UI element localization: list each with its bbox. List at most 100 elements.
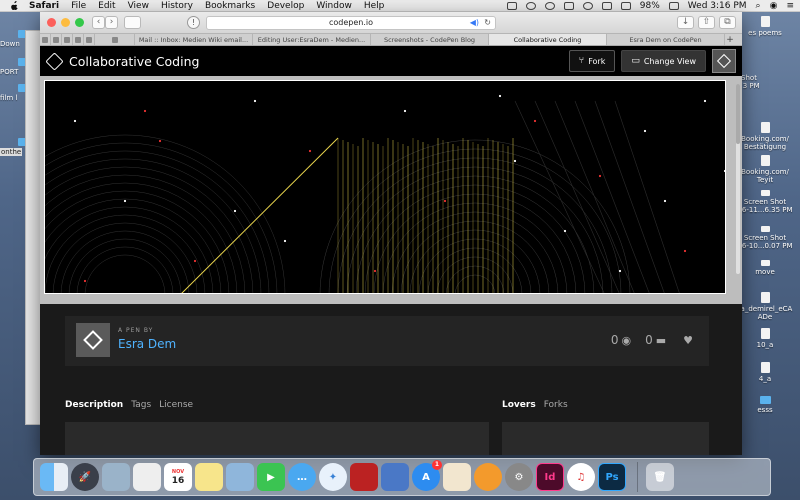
author-name-link[interactable]: Esra Dem <box>118 337 176 351</box>
menu-safari[interactable]: Safari <box>29 1 59 11</box>
menu-edit[interactable]: Edit <box>98 1 115 11</box>
battery-percent[interactable]: 98% <box>640 1 660 11</box>
tab-mail[interactable]: Mail :: Inbox: Medien Wiki email... <box>135 34 253 45</box>
codepen-logo-icon[interactable] <box>45 51 64 71</box>
books-icon[interactable] <box>474 463 502 491</box>
clock[interactable]: Wed 3:16 PM <box>688 1 747 11</box>
wifi-icon[interactable] <box>582 1 593 10</box>
fork-button[interactable]: ⑂ Fork <box>568 50 616 72</box>
menu-develop[interactable]: Develop <box>267 1 304 11</box>
comments-stat[interactable]: 0 ▬ <box>645 333 666 347</box>
mail-bird-icon[interactable] <box>226 463 254 491</box>
preview-icon[interactable] <box>102 463 130 491</box>
trash-icon[interactable]: 🗑 <box>646 463 674 491</box>
arc-line <box>337 157 613 293</box>
volume-icon[interactable] <box>601 1 612 10</box>
menu-view[interactable]: View <box>128 1 149 11</box>
tab-codepen-blog[interactable]: Screenshots - CodePen Blog <box>371 34 489 45</box>
keynote-icon[interactable] <box>381 463 409 491</box>
minimize-window-button[interactable] <box>61 18 70 27</box>
flag-icon[interactable] <box>620 1 631 10</box>
tab-overview-icon[interactable]: ⧉ <box>719 16 736 29</box>
tab-collaborative-coding[interactable]: Collaborative Coding <box>489 34 607 45</box>
faint-line <box>594 100 665 293</box>
pinned-tab[interactable] <box>84 34 95 45</box>
scroll-thumb[interactable] <box>736 84 740 144</box>
finder-icon[interactable] <box>40 463 68 491</box>
pinned-tab[interactable] <box>51 34 62 45</box>
faint-line <box>614 100 680 293</box>
safari-icon[interactable]: ✦ <box>319 463 347 491</box>
pinned-tab[interactable] <box>62 34 73 45</box>
views-count: 0 <box>610 333 619 347</box>
codepen-avatar-icon <box>716 53 732 69</box>
forward-button[interactable]: › <box>105 16 118 29</box>
result-scrollbar[interactable] <box>736 84 740 274</box>
tab-tags[interactable]: Tags <box>131 400 151 410</box>
address-bar[interactable]: codepen.io ◀) ↻ <box>206 15 496 30</box>
textedit-icon[interactable] <box>443 463 471 491</box>
tab-esra-dem[interactable]: Esra Dem on CodePen <box>607 34 725 45</box>
tab-description[interactable]: Description <box>65 400 123 410</box>
star-dot <box>683 249 687 253</box>
photo-booth-icon[interactable] <box>350 463 378 491</box>
sync-icon[interactable] <box>544 1 555 10</box>
arc-line <box>60 230 190 293</box>
pinned-tab[interactable] <box>73 34 84 45</box>
battery-icon[interactable] <box>668 1 679 10</box>
siri-icon[interactable]: ◉ <box>770 1 778 11</box>
arc-line <box>45 142 278 293</box>
share-icon[interactable]: ⇧ <box>698 16 715 29</box>
apple-menu-icon[interactable] <box>9 1 21 11</box>
fullscreen-window-button[interactable] <box>75 18 84 27</box>
notification-center-icon[interactable]: ≡ <box>786 1 794 11</box>
time-machine-icon[interactable] <box>525 1 536 10</box>
spotlight-icon[interactable]: ⌕ <box>756 1 761 11</box>
indesign-icon[interactable]: Id <box>536 463 564 491</box>
facetime-icon[interactable]: ▶ <box>257 463 285 491</box>
author-avatar[interactable] <box>76 323 110 357</box>
window-controls <box>47 18 89 27</box>
itunes-icon[interactable]: ♫ <box>567 463 595 491</box>
privacy-report-icon[interactable]: ! <box>187 16 200 29</box>
photoshop-icon[interactable]: Ps <box>598 463 626 491</box>
tab-lovers[interactable]: Lovers <box>502 400 536 410</box>
messages-icon[interactable]: … <box>288 463 316 491</box>
user-avatar[interactable] <box>712 49 736 73</box>
close-window-button[interactable] <box>47 18 56 27</box>
menu-window[interactable]: Window <box>316 1 352 11</box>
bluetooth-icon[interactable] <box>563 1 574 10</box>
author-box: A PEN BY Esra Dem 0 ◉ 0 ▬ ♥ <box>65 316 709 366</box>
heart-button[interactable]: ♥ <box>680 334 693 347</box>
audio-playing-icon[interactable]: ◀) <box>470 18 479 27</box>
sidebar-toggle-icon[interactable] <box>124 16 141 29</box>
notes-icon[interactable] <box>195 463 223 491</box>
downloads-icon[interactable]: ↓ <box>677 16 694 29</box>
desktop-item-label: Screen Shot 16-11...6.35 PM <box>737 198 793 214</box>
pinned-tab[interactable] <box>95 34 135 45</box>
pen-title: Collaborative Coding <box>69 53 200 69</box>
system-preferences-icon[interactable]: ⚙ <box>505 463 533 491</box>
menu-help[interactable]: Help <box>364 1 385 11</box>
launchpad-icon[interactable]: 🚀 <box>71 463 99 491</box>
calendar-icon[interactable]: NOV 16 <box>164 463 192 491</box>
tab-forks[interactable]: Forks <box>544 400 568 410</box>
arc-line <box>418 238 532 293</box>
pinned-tab[interactable] <box>40 34 51 45</box>
result-canvas[interactable] <box>44 80 726 294</box>
screen-share-icon[interactable] <box>506 1 517 10</box>
tab-editing-user[interactable]: Editing User:EsraDem - Medien... <box>253 34 371 45</box>
document-icon <box>760 16 770 27</box>
new-tab-button[interactable]: + <box>725 34 735 45</box>
change-view-button[interactable]: ▭ Change View <box>621 50 706 72</box>
reload-icon[interactable]: ↻ <box>484 18 491 27</box>
menu-file[interactable]: File <box>71 1 86 11</box>
photos-icon[interactable] <box>133 463 161 491</box>
star-dot <box>663 199 667 203</box>
desktop-item-label: 4_a <box>758 375 772 383</box>
menu-history[interactable]: History <box>161 1 193 11</box>
app-store-icon[interactable]: A1 <box>412 460 442 491</box>
tab-license[interactable]: License <box>159 400 193 410</box>
back-button[interactable]: ‹ <box>92 16 105 29</box>
menu-bookmarks[interactable]: Bookmarks <box>205 1 255 11</box>
